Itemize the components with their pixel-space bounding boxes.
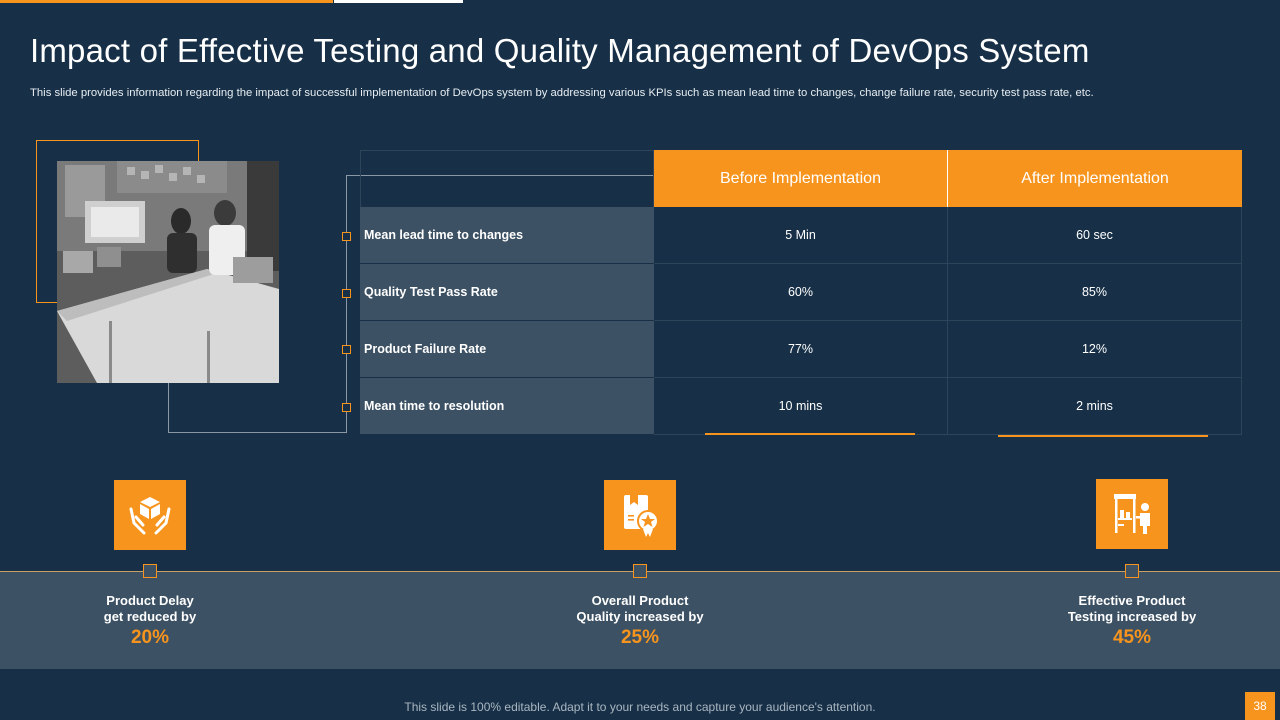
stat-product-delay: Product Delay get reduced by 20%	[40, 593, 260, 651]
table-row-label: Mean lead time to changes	[360, 207, 654, 264]
table-row-label: Mean time to resolution	[360, 378, 654, 435]
table-cell-before: 10 mins	[654, 378, 948, 435]
stat-icon-box	[1096, 479, 1168, 549]
page-number: 38	[1245, 692, 1275, 720]
stat-bullet-marker	[633, 564, 647, 578]
stat-line-1: Overall Product	[591, 593, 689, 608]
top-accent-bar-white	[334, 0, 463, 3]
stat-product-quality: Overall Product Quality increased by 25%	[530, 593, 750, 651]
hands-box-icon	[129, 497, 171, 535]
stat-line-1: Product Delay	[106, 593, 194, 608]
stat-line-1: Effective Product	[1078, 593, 1186, 608]
table-row-label: Quality Test Pass Rate	[360, 264, 654, 321]
stat-value: 45%	[1112, 627, 1152, 648]
table-cell-before: 77%	[654, 321, 948, 378]
testing-station-icon	[1114, 494, 1150, 534]
table-corner-cell	[360, 150, 654, 207]
table-cell-after: 2 mins	[948, 378, 1242, 435]
table-cell-after: 60 sec	[948, 207, 1242, 264]
team-meeting-photo	[57, 161, 279, 383]
row-bullet-marker	[342, 289, 351, 298]
row-bullet-marker	[342, 403, 351, 412]
table-cell-before: 5 Min	[654, 207, 948, 264]
stat-line-2: Quality increased by	[576, 609, 704, 624]
stat-value: 25%	[620, 627, 660, 648]
table-header-before: Before Implementation	[654, 150, 948, 207]
table-cell-after: 12%	[948, 321, 1242, 378]
table-header-after: After Implementation	[948, 150, 1242, 207]
stat-product-testing: Effective Product Testing increased by 4…	[1022, 593, 1242, 651]
table-row-label: Product Failure Rate	[360, 321, 654, 378]
stat-icon-box	[604, 480, 676, 550]
connector-vertical	[346, 175, 347, 433]
stat-line-2: Testing increased by	[1067, 609, 1197, 624]
kpi-comparison-table: Before Implementation After Implementati…	[360, 150, 1242, 437]
row-bullet-marker	[342, 232, 351, 241]
top-accent-bar-orange	[0, 0, 333, 3]
before-underline	[705, 433, 915, 435]
stat-bullet-marker	[1125, 564, 1139, 578]
table-cell-after: 85%	[948, 264, 1242, 321]
connector-photo-drop	[168, 383, 169, 433]
after-underline	[998, 435, 1208, 437]
connector-bottom	[168, 432, 347, 433]
stat-line-2: get reduced by	[103, 609, 197, 624]
quality-certificate-icon	[624, 495, 659, 537]
row-bullet-marker	[342, 345, 351, 354]
footer-note: This slide is 100% editable. Adapt it to…	[404, 700, 876, 714]
stat-icon-box	[114, 480, 186, 550]
slide-subtitle: This slide provides information regardin…	[30, 87, 1094, 99]
table-cell-before: 60%	[654, 264, 948, 321]
slide-title: Impact of Effective Testing and Quality …	[30, 32, 1090, 69]
stat-bullet-marker	[143, 564, 157, 578]
stat-value: 20%	[130, 627, 170, 648]
